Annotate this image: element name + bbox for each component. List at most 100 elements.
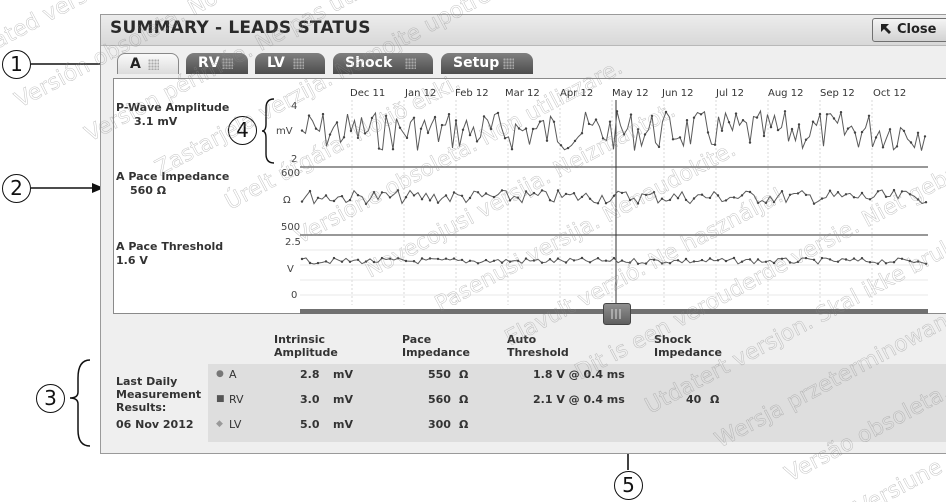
- a-pace-threshold-trace-point: [652, 258, 656, 261]
- pace-impedance-unit: Ω: [459, 368, 469, 381]
- a-pace-threshold-trace-point: [780, 257, 784, 260]
- a-pace-impedance-trace-point: [516, 196, 520, 199]
- a-pace-threshold-trace-point: [868, 261, 872, 264]
- p-wave-trace-point: [881, 146, 885, 149]
- p-wave-trace-point: [468, 133, 472, 137]
- month-label: May 12: [612, 88, 649, 99]
- y-tick: 2.5: [285, 237, 301, 248]
- intrinsic-amplitude-value: 3.0: [300, 393, 320, 406]
- a-pace-impedance-trace-point: [764, 201, 768, 205]
- a-pace-impedance-trace-point: [580, 195, 584, 199]
- p-wave-trace-point: [440, 123, 444, 127]
- scrollbar-thumb[interactable]: [603, 303, 631, 325]
- month-label: Apr 12: [560, 88, 594, 99]
- p-wave-trace-point: [321, 112, 325, 116]
- a-pace-threshold-trace-point: [396, 257, 400, 260]
- a-pace-impedance-trace-point: [596, 202, 600, 205]
- p-wave-trace-point: [594, 118, 598, 121]
- a-pace-impedance-trace-point: [860, 191, 864, 195]
- p-wave-trace-point: [538, 120, 542, 123]
- a-pace-impedance-trace-point: [316, 196, 320, 199]
- a-pace-impedance-trace-point: [508, 199, 512, 202]
- a-pace-impedance-trace-point: [700, 193, 704, 196]
- a-pace-impedance-trace-point: [652, 191, 656, 194]
- p-wave-trace-point: [328, 133, 332, 136]
- a-pace-threshold-trace-point: [844, 258, 848, 261]
- p-wave-trace-point: [888, 128, 892, 131]
- tab-setup[interactable]: Setup: [441, 53, 533, 74]
- tab-lv[interactable]: LV: [255, 53, 325, 74]
- a-pace-impedance-trace-point: [916, 198, 920, 201]
- p-wave-trace-point: [692, 116, 696, 119]
- a-pace-threshold-trace-point: [708, 257, 712, 260]
- a-pace-threshold-trace-point: [732, 256, 736, 260]
- a-pace-impedance-trace-point: [852, 196, 856, 199]
- a-pace-impedance-trace-point: [436, 201, 440, 204]
- month-label: Oct 12: [873, 88, 907, 99]
- a-pace-threshold-trace-point: [612, 256, 616, 260]
- month-label: Aug 12: [768, 88, 804, 99]
- a-pace-threshold-trace-point: [508, 260, 512, 263]
- intrinsic-amplitude-unit: mV: [333, 418, 353, 431]
- a-pace-impedance-trace-point: [644, 193, 648, 197]
- a-pace-impedance-trace-point: [868, 198, 872, 201]
- a-pace-impedance-trace-point: [412, 194, 416, 197]
- p-wave-trace-point: [643, 133, 647, 136]
- a-pace-threshold-trace-point: [828, 258, 832, 261]
- p-wave-trace-point: [853, 131, 857, 134]
- a-pace-impedance-trace-point: [628, 198, 632, 202]
- a-pace-threshold-trace-point: [364, 260, 368, 263]
- a-pace-threshold-trace-point: [572, 259, 576, 262]
- p-wave-trace-point: [314, 127, 318, 130]
- callout-4-brace: [262, 98, 275, 164]
- p-wave-trace-point: [713, 143, 717, 146]
- a-pace-threshold-trace-point: [340, 260, 344, 263]
- callout-4: 4: [228, 116, 257, 145]
- p-wave-trace: [301, 109, 926, 151]
- p-wave-trace-point: [825, 113, 829, 116]
- month-label: Jul 12: [716, 88, 744, 99]
- a-pace-threshold-trace-point: [460, 258, 464, 262]
- a-pace-impedance-trace-point: [780, 190, 784, 193]
- a-pace-impedance-trace-point: [348, 198, 352, 202]
- a-pace-threshold-trace-point: [492, 259, 496, 262]
- a-pace-threshold-trace-point: [420, 257, 424, 260]
- p-wave-trace-point: [433, 115, 437, 119]
- a-pace-threshold-trace-point: [468, 259, 472, 262]
- a-pace-impedance-trace-point: [324, 194, 328, 197]
- a-pace-impedance-trace-point: [684, 198, 688, 202]
- auto-threshold-value: 1.8 V @ 0.4 ms: [533, 368, 625, 381]
- a-pace-threshold-trace-point: [756, 258, 760, 261]
- a-pace-threshold-trace-point: [452, 257, 456, 260]
- a-pace-impedance-trace-point: [588, 197, 592, 200]
- a-pace-impedance-trace-point: [524, 190, 528, 193]
- p-wave-trace-point: [874, 136, 878, 139]
- a-pace-threshold-trace-point: [700, 258, 704, 262]
- a-pace-threshold-trace-point: [356, 258, 360, 261]
- a-pace-threshold-trace-point: [684, 257, 688, 261]
- p-wave-trace-point: [552, 120, 556, 123]
- tab-shock[interactable]: Shock: [333, 53, 433, 74]
- p-wave-trace-point: [461, 128, 465, 131]
- tab-rv[interactable]: RV: [186, 53, 248, 74]
- p-wave-trace-point: [300, 129, 304, 132]
- p-wave-trace-point: [489, 127, 493, 131]
- arrow-icon: [881, 24, 891, 34]
- a-pace-impedance-trace-point: [692, 197, 696, 200]
- p-wave-trace-point: [699, 113, 703, 116]
- a-pace-threshold-trace-point: [372, 260, 376, 264]
- a-pace-threshold-trace-point: [644, 262, 648, 265]
- a-pace-impedance-trace-point: [804, 193, 808, 197]
- a-pace-threshold-trace-point: [436, 257, 440, 261]
- tab-a[interactable]: A: [117, 53, 179, 74]
- close-button[interactable]: Close: [872, 18, 946, 42]
- a-pace-threshold-trace-point: [476, 262, 480, 265]
- a-pace-impedance-trace-point: [484, 192, 488, 195]
- shock-impedance-value: 40: [686, 393, 702, 406]
- a-pace-impedance-trace-point: [500, 189, 504, 192]
- a-pace-impedance-trace-point: [708, 196, 712, 200]
- p-wave-trace-point: [727, 121, 731, 124]
- a-pace-threshold-trace-point: [900, 257, 904, 260]
- y-unit: mV: [276, 126, 293, 137]
- a-pace-threshold-trace-point: [908, 259, 912, 263]
